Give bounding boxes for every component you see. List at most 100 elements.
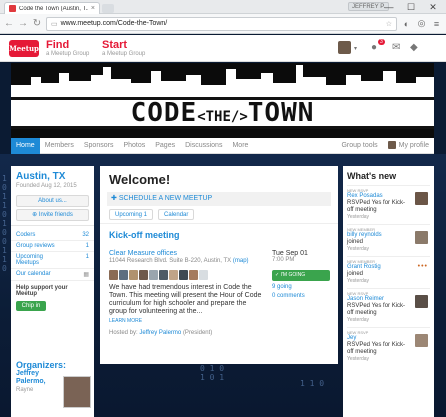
back-icon[interactable]: ←: [4, 18, 14, 29]
activity-text: joined: [347, 271, 364, 277]
chat-icon[interactable]: ◆: [410, 42, 418, 53]
forward-icon[interactable]: →: [18, 18, 28, 29]
attendee-avatar[interactable]: [179, 270, 188, 280]
stat-row-coders[interactable]: Coders 32: [11, 230, 94, 241]
stat-row-reviews[interactable]: Group reviews 1: [11, 241, 94, 252]
reload-icon[interactable]: ↻: [32, 18, 42, 29]
stat-row-calendar[interactable]: Our calendar ▦: [11, 269, 94, 281]
activity-time: Yesterday: [347, 356, 370, 362]
find-sub: a Meetup Group: [46, 51, 90, 57]
activity-time: Yesterday: [347, 317, 370, 323]
minimize-button[interactable]: —: [378, 1, 400, 13]
attendee-avatar[interactable]: [129, 270, 138, 280]
nav-photos[interactable]: Photos: [118, 138, 150, 154]
map-link[interactable]: (map): [233, 258, 249, 264]
new-tab-button[interactable]: [102, 4, 114, 13]
activity-item[interactable]: NEW RSVP Rex Posadas RSVPed Yes for Kick…: [347, 185, 430, 224]
learn-more-link[interactable]: LEARN MORE: [109, 318, 271, 324]
host-role: (President): [182, 330, 213, 336]
nav-pages[interactable]: Pages: [150, 138, 180, 154]
stat-row-upcoming[interactable]: Upcoming Meetups 1: [11, 252, 94, 269]
tab-upcoming[interactable]: Upcoming 1: [109, 209, 154, 220]
attendee-avatar[interactable]: [189, 270, 198, 280]
activity-time: Yesterday: [347, 278, 370, 284]
activity-item[interactable]: NEW MEMBER billy reynolds joined Yesterd…: [347, 224, 430, 256]
organizers-title: Organizers:: [16, 360, 67, 370]
organizer-photo[interactable]: [63, 376, 91, 408]
comments-label: comments: [277, 293, 305, 299]
meetup-favicon-icon: [9, 5, 16, 12]
welcome-heading: Welcome!: [109, 172, 171, 187]
activity-avatar[interactable]: [415, 334, 428, 347]
im-going-button[interactable]: ✓ I'M GOING: [272, 270, 330, 281]
extension-icon[interactable]: ◐: [401, 19, 412, 29]
attendee-avatar[interactable]: [119, 270, 128, 280]
going-number: 9: [272, 284, 276, 290]
comments-count[interactable]: 0 comments: [272, 293, 330, 299]
messages-icon[interactable]: ✉: [392, 42, 400, 53]
about-us-button[interactable]: About us...: [16, 195, 89, 207]
user-avatar[interactable]: [338, 41, 351, 54]
activity-avatar[interactable]: [415, 231, 428, 244]
nav-members[interactable]: Members: [40, 138, 79, 154]
browser-titlebar: Code the Town (Austin, T... × JEFFREY P.…: [0, 0, 446, 14]
attendee-avatar[interactable]: [109, 270, 118, 280]
attendee-avatar[interactable]: [149, 270, 158, 280]
comments-number: 0: [272, 293, 276, 299]
activity-user[interactable]: Jason Reimer: [347, 296, 410, 303]
start-link[interactable]: Start a Meetup Group: [102, 39, 145, 57]
group-city[interactable]: Austin, TX: [11, 166, 94, 182]
attendee-avatar[interactable]: [159, 270, 168, 280]
stat-count: 1: [85, 254, 89, 260]
maximize-button[interactable]: ☐: [400, 1, 422, 13]
hosted-prefix: Hosted by:: [109, 330, 138, 336]
stat-count: 1: [85, 243, 89, 249]
close-tab-icon[interactable]: ×: [91, 5, 95, 12]
tab-calendar[interactable]: Calendar: [158, 209, 195, 220]
find-link[interactable]: Find a Meetup Group: [46, 39, 89, 57]
host-link[interactable]: Jeffrey Palermo: [139, 330, 181, 336]
event-title[interactable]: Kick-off meeting: [100, 223, 338, 242]
activity-avatar[interactable]: [415, 295, 428, 308]
nav-more[interactable]: More: [227, 138, 253, 154]
schedule-meetup-button[interactable]: ✚ SCHEDULE A NEW MEETUP: [107, 192, 331, 206]
invite-friends-button[interactable]: ⊕ Invite friends: [16, 209, 89, 221]
my-profile-link[interactable]: My profile: [383, 138, 434, 154]
activity-avatar[interactable]: [415, 192, 428, 205]
nav-home[interactable]: Home: [11, 137, 40, 154]
activity-user[interactable]: Jey: [347, 335, 410, 342]
activity-item[interactable]: NEW RSVP Jason Reimer RSVPed Yes for Kic…: [347, 288, 430, 327]
meetup-logo[interactable]: Meetup: [9, 40, 39, 57]
organizers-panel: Organizers: Jeffrey Palermo, Rayne: [11, 356, 94, 417]
default-avatar-icon[interactable]: •••: [418, 263, 428, 270]
activity-user[interactable]: billy reynolds: [347, 232, 410, 239]
organizer-name[interactable]: Jeffrey Palermo,: [16, 370, 62, 386]
activity-item[interactable]: NEW RSVP Jey RSVPed Yes for Kick-off mee…: [347, 327, 430, 366]
chevron-down-icon[interactable]: ▾: [354, 45, 357, 52]
event-time: 7:00 PM: [272, 257, 295, 263]
browser-tab[interactable]: Code the Town (Austin, T... ×: [4, 2, 100, 14]
whats-new-title: What's new: [347, 171, 397, 181]
notifications-icon[interactable]: ●: [371, 42, 377, 53]
url-bar[interactable]: ▭ www.meetup.com/Code-the-Town/ ☆: [46, 16, 397, 31]
activity-user[interactable]: Grant Rostig: [347, 264, 410, 271]
activity-item[interactable]: NEW MEMBER Grant Rostig joined Yesterday…: [347, 256, 430, 288]
activity-text: RSVPed Yes for Kick-off meeting: [347, 200, 406, 213]
activity-user[interactable]: Rex Posadas: [347, 193, 410, 200]
plus-icon: ⊕: [32, 212, 39, 218]
venue-link[interactable]: Clear Measure offices: [109, 250, 271, 257]
extension-icon-2[interactable]: ◎: [416, 18, 427, 29]
nav-sponsors[interactable]: Sponsors: [79, 138, 119, 154]
menu-icon[interactable]: ≡: [431, 19, 442, 29]
attendee-avatar[interactable]: [139, 270, 148, 280]
chip-in-button[interactable]: Chip in: [16, 301, 46, 311]
going-count[interactable]: 9 going: [272, 284, 330, 290]
bookmark-star-icon[interactable]: ☆: [386, 20, 392, 28]
close-window-button[interactable]: ✕: [422, 1, 444, 13]
binary-decoration: 0 1 01 0 1: [200, 364, 225, 382]
attendee-avatar[interactable]: [169, 270, 178, 280]
start-sub: a Meetup Group: [102, 51, 146, 57]
attendee-avatar[interactable]: [199, 270, 208, 280]
group-tools-link[interactable]: Group tools: [336, 138, 382, 154]
nav-discussions[interactable]: Discussions: [180, 138, 227, 154]
